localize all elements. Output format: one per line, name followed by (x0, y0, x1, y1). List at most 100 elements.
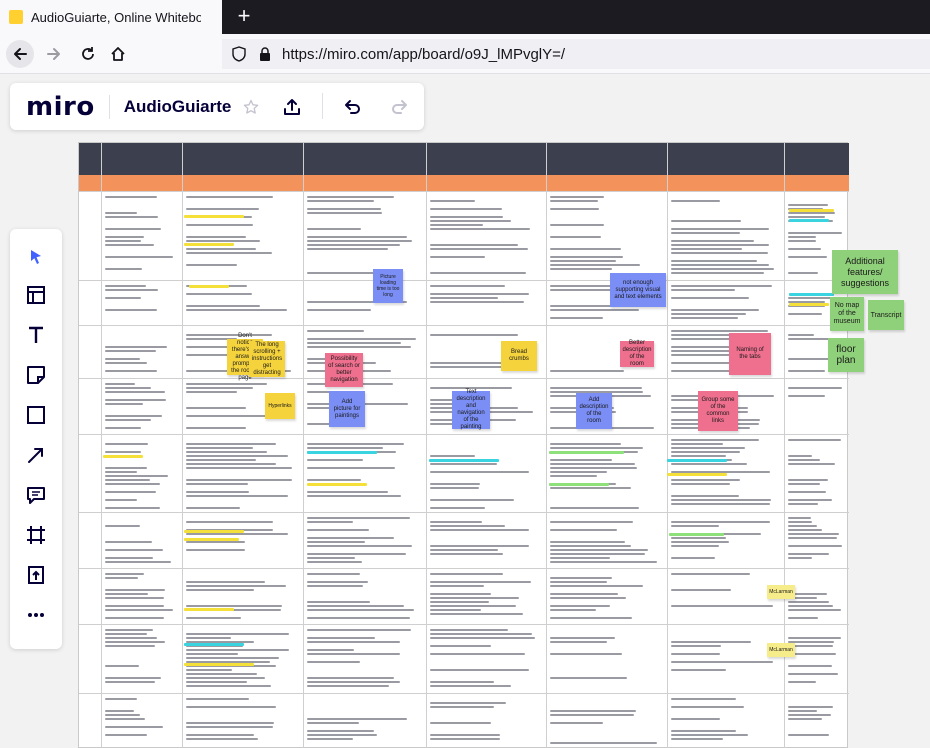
cell-text-line (671, 661, 773, 663)
cell-text-line (550, 742, 657, 744)
cell-text-line (550, 236, 601, 238)
cell-text-line (788, 463, 835, 465)
cell-text-line (307, 637, 375, 639)
cell-text-line (105, 605, 164, 607)
sticky-note[interactable]: Bread crumbs (501, 341, 537, 371)
cell-text-line (550, 529, 617, 531)
browser-tab[interactable]: AudioGuiarte, Online Whiteboar (0, 0, 222, 34)
side-sticky-transcript[interactable]: Transcript (868, 300, 904, 330)
cell-text-line (430, 463, 497, 465)
cell-text-line (550, 487, 631, 489)
sticky-note[interactable]: McLarman (767, 585, 795, 599)
sticky-note-text: Hyperlinks (268, 403, 292, 409)
cell-text-line (671, 248, 742, 250)
forward-button[interactable] (40, 40, 68, 68)
side-sticky-floor-plan[interactable]: floor plan (828, 338, 864, 372)
cell-text-line (671, 330, 768, 332)
undo-button[interactable] (340, 95, 364, 119)
cell-text-line (105, 471, 137, 473)
cell-text-line (430, 293, 529, 295)
sticky-note[interactable]: Hyperlinks (265, 393, 295, 419)
comment-tool[interactable] (22, 481, 50, 509)
cell-text-line (105, 677, 161, 679)
sticky-note[interactable]: The long scrolling + instructions get di… (249, 341, 285, 377)
upload-tool[interactable] (22, 561, 50, 589)
cell-text-line (186, 479, 292, 481)
highlighted-text (184, 643, 244, 646)
table-column-divider (546, 143, 547, 748)
cell-text-line (430, 581, 531, 583)
cell-text-line (671, 589, 731, 591)
cell-text-line (186, 581, 265, 583)
cell-text-line (430, 685, 511, 687)
cell-text-line (550, 507, 639, 509)
reload-button[interactable] (74, 40, 102, 68)
cell-text-line (671, 451, 740, 453)
cell-text-line (307, 346, 411, 348)
cell-text-line (307, 479, 361, 481)
sticky-note[interactable]: Naming of the tabs (729, 333, 771, 375)
highlighted-text (667, 473, 727, 476)
share-export-button[interactable] (280, 95, 304, 119)
cell-text-line (550, 722, 603, 724)
sticky-note[interactable]: Better description of the room (620, 340, 654, 367)
cell-text-line (105, 589, 165, 591)
cell-text-line (430, 483, 480, 485)
cell-text-line (307, 541, 365, 543)
cell-text-line (788, 710, 817, 712)
side-sticky-no-map[interactable]: No map of the museum (830, 297, 864, 331)
cell-text-line (105, 491, 156, 493)
sticky-note-tool[interactable] (22, 361, 50, 389)
cell-text-line (105, 236, 144, 238)
cell-text-line (307, 208, 381, 210)
miro-logo[interactable]: miro (26, 92, 95, 122)
cell-text-line (550, 521, 633, 523)
cell-text-line (105, 358, 140, 360)
cell-text-line (788, 545, 842, 547)
cell-text-line (671, 605, 773, 607)
cell-text-line (307, 330, 364, 332)
research-table-board[interactable]: Picture loading time is too long not enou… (78, 142, 849, 748)
cell-text-line (550, 260, 616, 262)
sticky-note[interactable]: Possibility of search or better navigati… (325, 353, 363, 387)
sticky-note[interactable]: Group some of the common links (698, 391, 738, 431)
sticky-note[interactable]: Picture loading time is too long (373, 269, 403, 303)
sticky-note[interactable]: McLarman (767, 643, 795, 657)
url-bar[interactable]: https://miro.com/app/board/o9J_lMPvglY=/ (222, 39, 930, 69)
side-sticky-suggestions[interactable]: Additional features/ suggestions (832, 250, 898, 294)
sticky-note[interactable]: Text description and navigation of the p… (452, 389, 490, 430)
board-name[interactable]: AudioGuiarte (124, 97, 232, 117)
cell-text-line (186, 706, 276, 708)
cell-text-line (671, 244, 769, 246)
cell-text-line (430, 637, 535, 639)
sticky-note[interactable]: Add picture for paintings (329, 391, 365, 427)
cell-text-line (430, 487, 479, 489)
cell-text-line (186, 415, 270, 417)
more-tools-button[interactable] (22, 601, 50, 629)
redo-button[interactable] (388, 95, 412, 119)
text-tool[interactable] (22, 321, 50, 349)
connection-line-tool[interactable] (22, 441, 50, 469)
new-tab-button[interactable]: + (232, 4, 256, 28)
home-button[interactable] (104, 40, 132, 68)
cell-text-line (307, 228, 361, 230)
shape-tool[interactable] (22, 401, 50, 429)
cell-text-line (550, 196, 604, 198)
cell-text-line (430, 256, 485, 258)
cell-text-line (186, 491, 249, 493)
cell-text-line (430, 248, 528, 250)
highlighted-text (307, 483, 367, 486)
frame-tool[interactable] (22, 521, 50, 549)
table-row-divider (79, 434, 849, 435)
table-row-divider (79, 624, 849, 625)
select-tool[interactable] (22, 243, 50, 271)
cell-text-line (105, 734, 147, 736)
sticky-note[interactable]: Add description of the room (576, 393, 612, 429)
cell-text-line (186, 653, 238, 655)
sticky-note[interactable]: not enough supporting visual and text el… (610, 273, 666, 307)
star-icon[interactable] (243, 99, 259, 115)
back-button[interactable] (6, 40, 34, 68)
templates-tool[interactable] (22, 281, 50, 309)
cell-text-line (788, 256, 827, 258)
cell-text-line (788, 248, 821, 250)
